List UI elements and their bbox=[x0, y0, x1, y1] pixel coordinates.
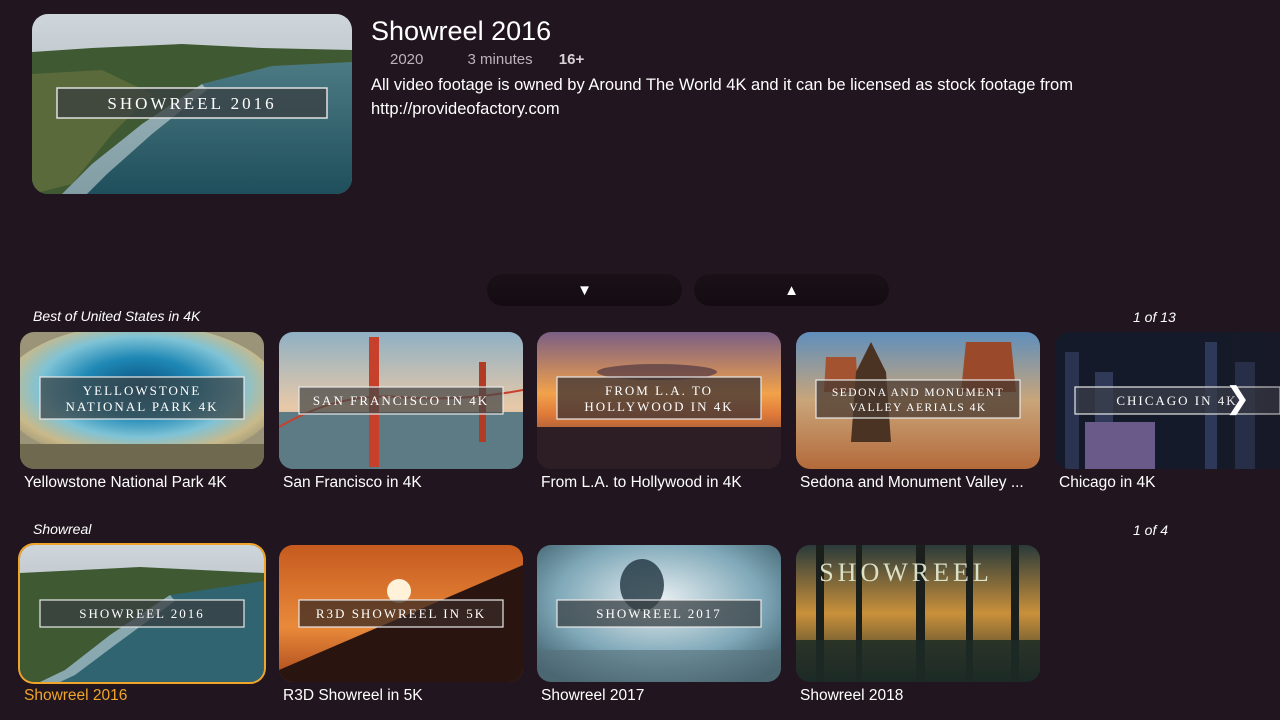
scroll-down-button[interactable]: ▼ bbox=[487, 274, 682, 306]
card-thumb-text: NATIONAL PARK 4K bbox=[65, 399, 218, 414]
card-yellowstone[interactable]: YELLOWSTONE NATIONAL PARK 4K bbox=[20, 332, 264, 469]
card-thumb-text: SHOWREEL bbox=[819, 558, 993, 587]
hero-description: All video footage is owned by Around The… bbox=[371, 76, 1073, 118]
row-count-showreal: 1 of 4 bbox=[1133, 522, 1169, 538]
card-thumb-text: VALLEY AERIALS 4K bbox=[849, 402, 986, 414]
card-san-francisco[interactable]: SAN FRANCISCO IN 4K bbox=[279, 332, 523, 469]
scroll-up-button[interactable]: ▲ bbox=[694, 274, 889, 306]
card-la-hollywood[interactable]: FROM L.A. TO HOLLYWOOD IN 4K bbox=[537, 332, 781, 469]
card-label-san-francisco: San Francisco in 4K bbox=[283, 474, 422, 491]
hero-meta: 2020 3 minutes 16+ bbox=[390, 51, 584, 68]
card-label-la-hollywood: From L.A. to Hollywood in 4K bbox=[541, 474, 742, 491]
card-thumb-text: SAN FRANCISCO IN 4K bbox=[313, 393, 489, 408]
card-thumb-text: SHOWREEL 2017 bbox=[596, 606, 722, 621]
card-showreel-2018[interactable]: SHOWREEL bbox=[796, 545, 1040, 682]
card-label-yellowstone: Yellowstone National Park 4K bbox=[24, 474, 227, 491]
hero-thumb-text: SHOWREEL 2016 bbox=[107, 94, 276, 113]
row-count-best-of-us: 1 of 13 bbox=[1133, 309, 1176, 325]
hero-duration: 3 minutes bbox=[467, 51, 533, 68]
card-label-chicago: Chicago in 4K bbox=[1059, 474, 1156, 491]
card-thumb-text: SHOWREEL 2016 bbox=[79, 606, 205, 621]
arrow-down-icon: ▼ bbox=[577, 281, 592, 299]
chevron-right-icon[interactable]: ❯ bbox=[1225, 382, 1250, 416]
card-sedona[interactable]: SEDONA AND MONUMENT VALLEY AERIALS 4K bbox=[796, 332, 1040, 469]
arrow-up-icon: ▲ bbox=[784, 281, 799, 299]
card-label-showreel-2017: Showreel 2017 bbox=[541, 687, 645, 704]
hero-title: Showreel 2016 bbox=[371, 16, 552, 46]
row-title-showreal: Showreal bbox=[33, 521, 92, 537]
card-thumb-text: R3D SHOWREEL IN 5K bbox=[316, 606, 486, 621]
card-thumb-text: HOLLYWOOD IN 4K bbox=[584, 399, 733, 414]
card-thumb-text: SEDONA AND MONUMENT bbox=[832, 387, 1004, 399]
hero-year: 2020 bbox=[390, 51, 424, 68]
card-r3d-showreel[interactable]: R3D SHOWREEL IN 5K bbox=[279, 545, 523, 682]
row-title-best-of-us: Best of United States in 4K bbox=[33, 308, 201, 324]
card-thumb-text: YELLOWSTONE bbox=[83, 383, 202, 398]
hero-rating-badge: 16+ bbox=[558, 51, 585, 68]
card-label-sedona: Sedona and Monument Valley ... bbox=[800, 474, 1024, 491]
card-label-r3d-showreel: R3D Showreel in 5K bbox=[283, 687, 423, 704]
card-showreel-2016[interactable]: SHOWREEL 2016 bbox=[20, 545, 264, 682]
card-showreel-2017[interactable]: SHOWREEL 2017 bbox=[537, 545, 781, 682]
card-label-showreel-2016: Showreel 2016 bbox=[24, 687, 128, 704]
hero-thumbnail: SHOWREEL 2016 bbox=[32, 14, 352, 194]
card-thumb-text: FROM L.A. TO bbox=[605, 383, 713, 398]
card-label-showreel-2018: Showreel 2018 bbox=[800, 687, 904, 704]
